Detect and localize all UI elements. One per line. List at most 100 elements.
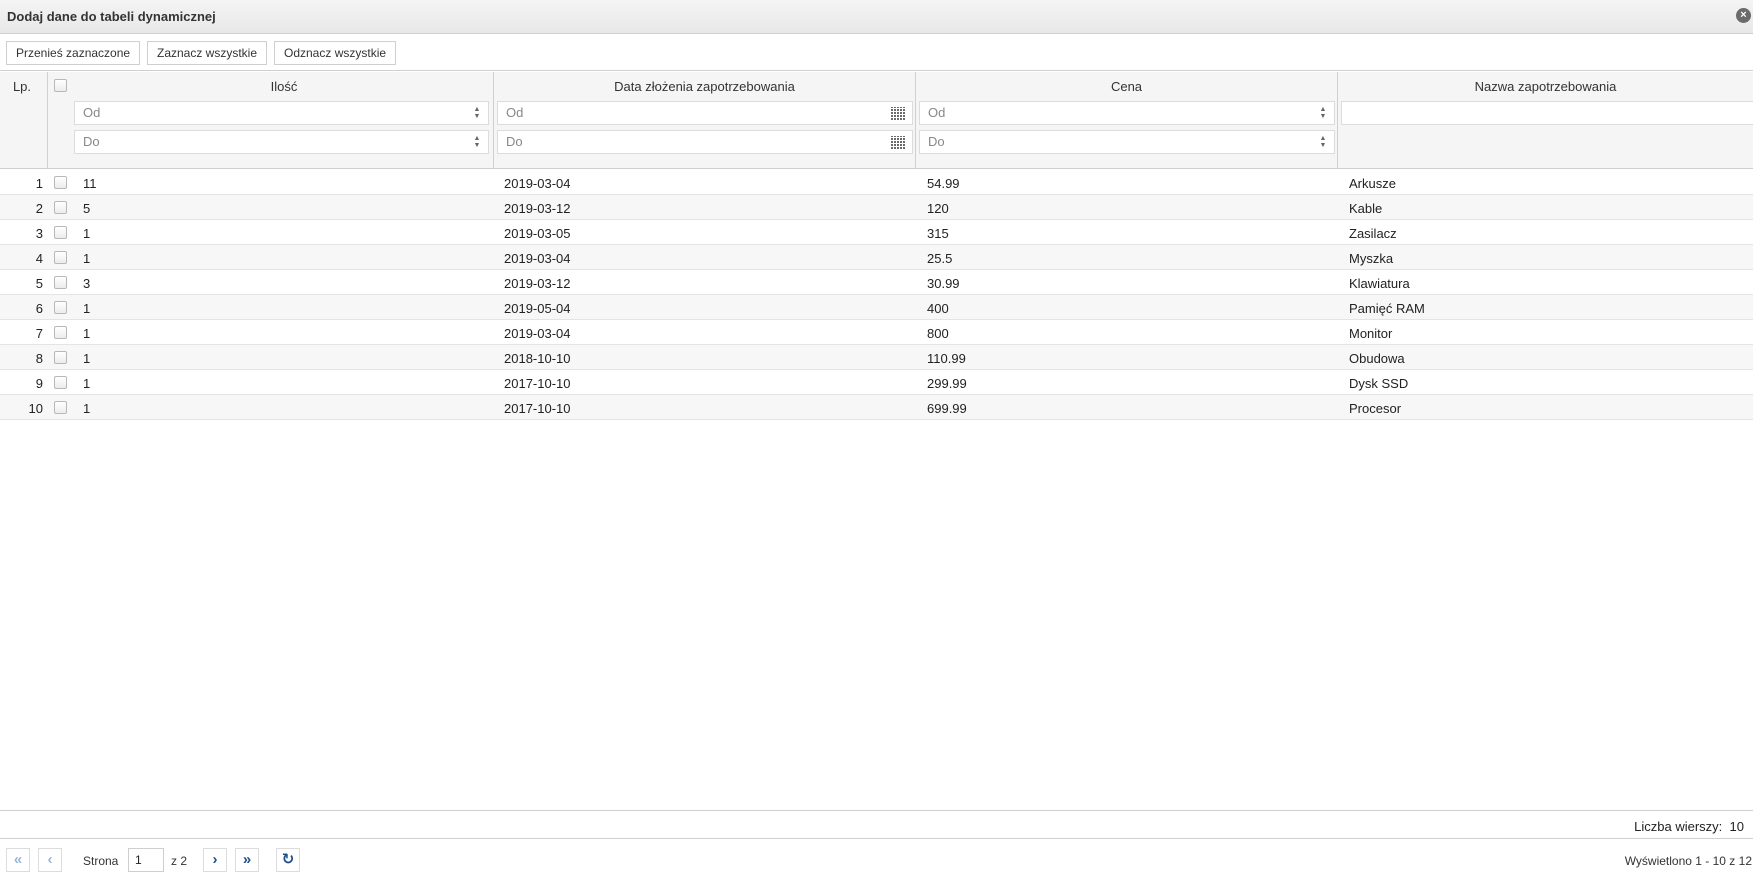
row-date: 2019-03-04 xyxy=(504,251,571,266)
pager: « ‹ Strona 1 z 2 › » ↻ Wyświetlono 1 - 1… xyxy=(0,840,1753,878)
table-row[interactable]: 2 5 2019-03-12 120 Kable xyxy=(0,195,1753,220)
calendar-icon[interactable] xyxy=(891,136,906,149)
spinner-icon[interactable]: ▲ ▼ xyxy=(1318,106,1328,120)
row-name: Klawiatura xyxy=(1349,276,1410,291)
page-label: Strona xyxy=(83,854,119,868)
page-total: z 2 xyxy=(171,854,188,868)
price-to-input[interactable]: Do ▲ ▼ xyxy=(919,130,1335,154)
header-name[interactable]: Nazwa zapotrzebowania xyxy=(1338,79,1753,94)
date-from-input[interactable]: Od xyxy=(497,101,913,125)
row-lp: 6 xyxy=(35,301,43,316)
row-qty: 1 xyxy=(83,401,91,416)
qty-from-input[interactable]: Od ▲ ▼ xyxy=(74,101,489,125)
row-name: Dysk SSD xyxy=(1349,376,1409,391)
row-date: 2019-03-12 xyxy=(504,276,571,291)
row-checkbox[interactable] xyxy=(54,201,67,214)
table-body: 1 11 2019-03-04 54.99 Arkusze 2 5 2019-0… xyxy=(0,170,1753,420)
row-lp: 1 xyxy=(35,176,43,191)
row-price: 699.99 xyxy=(927,401,967,416)
table-row[interactable]: 5 3 2019-03-12 30.99 Klawiatura xyxy=(0,270,1753,295)
row-checkbox[interactable] xyxy=(54,351,67,364)
select-all-checkbox[interactable] xyxy=(54,79,67,92)
dialog-titlebar: Dodaj dane do tabeli dynamicznej × xyxy=(0,0,1753,34)
table-row[interactable]: 9 1 2017-10-10 299.99 Dysk SSD xyxy=(0,370,1753,395)
header-price[interactable]: Cena xyxy=(916,79,1337,94)
prev-page-icon[interactable]: ‹ xyxy=(38,848,62,872)
row-date: 2019-03-05 xyxy=(504,226,571,241)
table-row[interactable]: 6 1 2019-05-04 400 Pamięć RAM xyxy=(0,295,1753,320)
row-date: 2019-03-04 xyxy=(504,326,571,341)
last-page-icon[interactable]: » xyxy=(235,848,259,872)
row-price: 110.99 xyxy=(927,351,966,366)
dialog-title: Dodaj dane do tabeli dynamicznej xyxy=(7,9,216,24)
table-row[interactable]: 8 1 2018-10-10 110.99 Obudowa xyxy=(0,345,1753,370)
date-to-input[interactable]: Do xyxy=(497,130,913,154)
row-price: 315 xyxy=(927,226,949,241)
row-checkbox[interactable] xyxy=(54,401,67,414)
calendar-icon[interactable] xyxy=(891,107,906,120)
row-count: Liczba wierszy: 10 xyxy=(1634,819,1744,834)
row-name: Monitor xyxy=(1349,326,1393,341)
price-from-input[interactable]: Od ▲ ▼ xyxy=(919,101,1335,125)
select-all-button[interactable]: Zaznacz wszystkie xyxy=(147,41,268,65)
row-qty: 1 xyxy=(83,351,91,366)
row-qty: 1 xyxy=(83,326,91,341)
row-lp: 2 xyxy=(35,201,43,216)
row-lp: 4 xyxy=(35,251,43,266)
table-row[interactable]: 7 1 2019-03-04 800 Monitor xyxy=(0,320,1753,345)
close-icon[interactable]: × xyxy=(1736,8,1751,23)
column-name: Nazwa zapotrzebowania xyxy=(1338,72,1753,169)
table-row[interactable]: 10 1 2017-10-10 699.99 Procesor xyxy=(0,395,1753,420)
row-checkbox[interactable] xyxy=(54,226,67,239)
table-row[interactable]: 4 1 2019-03-04 25.5 Myszka xyxy=(0,245,1753,270)
row-qty: 1 xyxy=(83,301,91,316)
row-date: 2017-10-10 xyxy=(504,401,571,416)
row-price: 54.99 xyxy=(927,176,960,191)
toolbar: Przenieś zaznaczone Zaznacz wszystkie Od… xyxy=(0,35,1753,71)
page-input[interactable]: 1 xyxy=(128,848,164,872)
deselect-all-button[interactable]: Odznacz wszystkie xyxy=(274,41,397,65)
table-header: Lp. Ilość Od ▲ ▼ Do ▲ ▼ Data złożenia zapo… xyxy=(0,72,1753,169)
row-name: Arkusze xyxy=(1349,176,1396,191)
row-date: 2019-03-12 xyxy=(504,201,571,216)
row-name: Pamięć RAM xyxy=(1349,301,1425,316)
column-price: Cena Od ▲ ▼ Do ▲ ▼ xyxy=(916,72,1338,169)
row-price: 800 xyxy=(927,326,949,341)
spinner-icon[interactable]: ▲ ▼ xyxy=(472,135,482,149)
row-name: Kable xyxy=(1349,201,1383,216)
row-price: 400 xyxy=(927,301,949,316)
name-filter-input[interactable] xyxy=(1341,101,1753,125)
row-checkbox[interactable] xyxy=(54,176,67,189)
column-date: Data złożenia zapotrzebowania Od Do xyxy=(494,72,916,169)
row-qty: 3 xyxy=(83,276,91,291)
table-row[interactable]: 1 11 2019-03-04 54.99 Arkusze xyxy=(0,170,1753,195)
row-checkbox[interactable] xyxy=(54,276,67,289)
row-lp: 3 xyxy=(35,226,43,241)
first-page-icon[interactable]: « xyxy=(6,848,30,872)
row-lp: 5 xyxy=(35,276,43,291)
row-checkbox[interactable] xyxy=(54,301,67,314)
row-date: 2018-10-10 xyxy=(504,351,571,366)
qty-to-input[interactable]: Do ▲ ▼ xyxy=(74,130,489,154)
row-count-value[interactable]: 10 xyxy=(1730,819,1744,834)
row-qty: 11 xyxy=(83,176,97,191)
row-qty: 1 xyxy=(83,376,91,391)
row-lp: 10 xyxy=(28,401,43,416)
row-qty: 1 xyxy=(83,251,91,266)
next-page-icon[interactable]: › xyxy=(203,848,227,872)
row-checkbox[interactable] xyxy=(54,376,67,389)
header-lp[interactable]: Lp. xyxy=(0,79,44,94)
spinner-icon[interactable]: ▲ ▼ xyxy=(472,106,482,120)
row-qty: 1 xyxy=(83,226,91,241)
row-name: Procesor xyxy=(1349,401,1402,416)
refresh-icon[interactable]: ↻ xyxy=(276,848,300,872)
row-checkbox[interactable] xyxy=(54,326,67,339)
move-selected-button[interactable]: Przenieś zaznaczone xyxy=(6,41,141,65)
row-price: 299.99 xyxy=(927,376,967,391)
header-date[interactable]: Data złożenia zapotrzebowania xyxy=(494,79,915,94)
table-row[interactable]: 3 1 2019-03-05 315 Zasilacz xyxy=(0,220,1753,245)
header-qty[interactable]: Ilość xyxy=(74,79,494,94)
spinner-icon[interactable]: ▲ ▼ xyxy=(1318,135,1328,149)
row-checkbox[interactable] xyxy=(54,251,67,264)
row-name: Myszka xyxy=(1349,251,1394,266)
